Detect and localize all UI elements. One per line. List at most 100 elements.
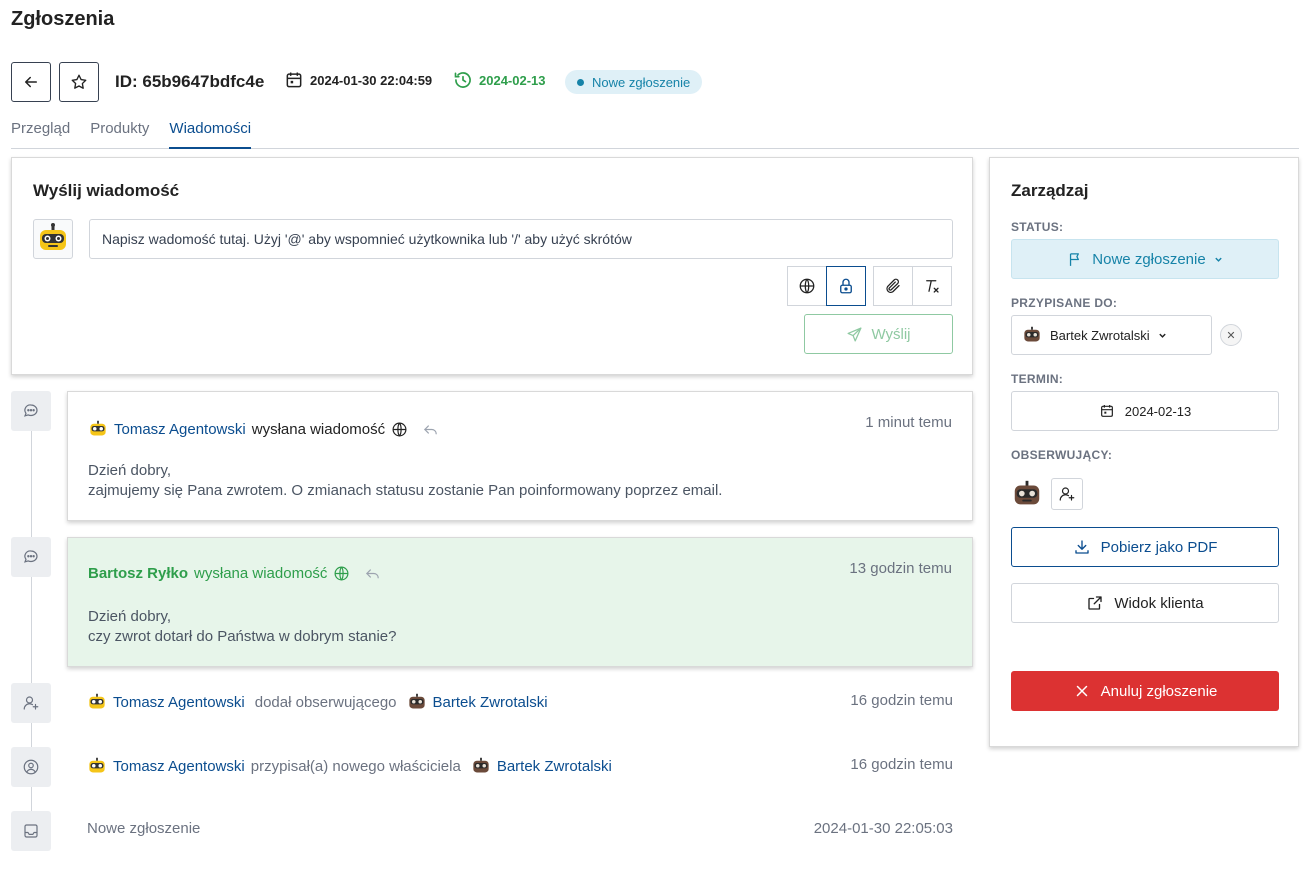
timeline-event: Tomasz Agentowski dodał obserwującego Ba…: [87, 692, 548, 712]
tab-products[interactable]: Produkty: [90, 118, 149, 149]
message-line: Dzień dobry,: [88, 462, 172, 479]
tab-messages[interactable]: Wiadomości: [169, 118, 252, 149]
globe-icon: [333, 565, 350, 582]
calendar-icon: [286, 72, 302, 88]
download-icon: [1074, 540, 1089, 554]
cancel-ticket-button[interactable]: Anuluj zgłoszenie: [1011, 671, 1279, 711]
status-value: Nowe zgłoszenie: [1092, 250, 1206, 268]
star-icon: [71, 74, 87, 89]
brown-robot-avatar-icon: [1014, 480, 1040, 505]
event-target[interactable]: Bartek Zwrotalski: [433, 694, 548, 711]
add-observer-button[interactable]: [1051, 478, 1083, 510]
client-view-button[interactable]: Widok klienta: [1011, 583, 1279, 623]
event-actor[interactable]: Tomasz Agentowski: [113, 758, 245, 775]
assignee-select[interactable]: Bartek Zwrotalski: [1011, 315, 1212, 355]
due-date-text: 2024-02-13: [479, 72, 546, 88]
inbox-icon: [24, 824, 38, 838]
calendar-icon: [1100, 405, 1113, 417]
brown-robot-avatar-icon: [473, 757, 489, 773]
assigned-label: PRZYPISANE DO:: [1011, 296, 1118, 310]
avatar: [87, 756, 107, 776]
message-line: Dzień dobry,: [88, 608, 172, 625]
visibility-toggle: [787, 266, 866, 306]
reply-icon[interactable]: [364, 565, 381, 582]
message-body: Dzień dobry, czy zwrot dotarł do Państwa…: [88, 607, 396, 647]
message-header: Tomasz Agentowski wysłana wiadomość: [88, 419, 439, 439]
avatar: [87, 692, 107, 712]
robot-avatar-icon: [89, 757, 105, 773]
chevron-down-icon: [1214, 257, 1222, 262]
cancel-ticket-label: Anuluj zgłoszenie: [1100, 682, 1218, 700]
public-toggle-button[interactable]: [787, 266, 827, 306]
chat-bubble-icon: [24, 550, 38, 563]
event-target[interactable]: Bartek Zwrotalski: [497, 758, 612, 775]
format-tools: [873, 266, 952, 306]
event-action: przypisał(a) nowego właściciela: [250, 757, 461, 775]
avatar: [471, 756, 491, 776]
event-text: Nowe zgłoszenie: [87, 820, 201, 837]
avatar: [407, 692, 427, 712]
favorite-button[interactable]: [59, 62, 99, 102]
flag-icon: [1070, 252, 1080, 266]
back-button[interactable]: [11, 62, 51, 102]
due-date: 2024-02-13: [453, 70, 546, 90]
clear-format-button[interactable]: [912, 266, 952, 306]
ticket-id: ID: 65b9647bdfc4e: [115, 72, 265, 91]
due-date-picker[interactable]: 2024-02-13: [1011, 391, 1279, 431]
compose-title: Wyślij wiadomość: [33, 181, 180, 200]
globe-icon: [391, 421, 408, 438]
event-time: 2024-01-30 22:05:03: [813, 820, 953, 837]
chat-bubble-icon: [24, 404, 38, 417]
internal-toggle-button[interactable]: [826, 266, 866, 306]
external-link-icon: [1088, 596, 1103, 610]
attach-button[interactable]: [873, 266, 913, 306]
chevron-down-icon: [1158, 333, 1166, 338]
observer-avatar[interactable]: [1011, 478, 1043, 510]
robot-avatar-icon: [40, 223, 66, 250]
arrow-left-icon: [25, 76, 37, 88]
message-time: 1 minut temu: [865, 414, 952, 431]
send-icon: [847, 326, 862, 342]
clear-assignee-button[interactable]: ✕: [1220, 324, 1242, 346]
send-button[interactable]: Wyślij: [804, 314, 953, 354]
status-badge-text: Nowe zgłoszenie: [592, 74, 691, 90]
message-header: Bartosz Ryłko wysłana wiadomość: [88, 565, 381, 582]
term-label: TERMIN:: [1011, 372, 1064, 386]
event-actor[interactable]: Tomasz Agentowski: [113, 694, 245, 711]
message-author[interactable]: Tomasz Agentowski: [114, 421, 246, 438]
compose-card: Wyślij wiadomość Wyślij: [11, 157, 973, 375]
brown-robot-avatar-icon: [408, 693, 425, 709]
clock-icon: [454, 72, 471, 88]
download-pdf-label: Pobierz jako PDF: [1100, 538, 1218, 556]
status-badge: Nowe zgłoszenie: [565, 70, 703, 94]
globe-icon: [799, 278, 815, 294]
tab-overview[interactable]: Przegląd: [11, 118, 70, 149]
manage-panel: Zarządzaj STATUS: Nowe zgłoszenie PRZYPI…: [989, 157, 1299, 747]
download-pdf-button[interactable]: Pobierz jako PDF: [1011, 527, 1279, 567]
reply-icon[interactable]: [422, 421, 439, 438]
manage-title: Zarządzaj: [1011, 181, 1089, 200]
timeline-event: Tomasz Agentowski przypisał(a) nowego wł…: [87, 756, 612, 776]
message-input[interactable]: [89, 219, 953, 259]
message-author[interactable]: Bartosz Ryłko: [88, 565, 188, 582]
user-plus-icon: [23, 696, 39, 710]
message-card: Tomasz Agentowski wysłana wiadomość 1 mi…: [67, 391, 973, 521]
message-line: zajmujemy się Pana zwrotem. O zmianach s…: [88, 482, 723, 499]
avatar: [33, 219, 73, 259]
status-dot: [577, 78, 584, 86]
user-circle-icon: [23, 759, 39, 775]
message-timeline-icon: [11, 537, 51, 577]
page-title: Zgłoszenia: [11, 8, 115, 30]
user-plus-icon: [1059, 487, 1075, 501]
close-icon: ✕: [1226, 329, 1236, 342]
message-line: czy zwrot dotarł do Państwa w dobrym sta…: [88, 628, 397, 645]
close-icon: [1076, 685, 1087, 697]
brown-robot-avatar-icon: [1024, 326, 1040, 342]
tab-bar: Przegląd Produkty Wiadomości: [11, 118, 1299, 149]
assignee-name: Bartek Zwrotalski: [1050, 327, 1150, 343]
event-time: 16 godzin temu: [850, 756, 953, 773]
due-date-value: 2024-02-13: [1124, 403, 1192, 419]
created-date: 2024-01-30 22:04:59: [284, 70, 432, 90]
status-select[interactable]: Nowe zgłoszenie: [1011, 239, 1279, 279]
client-view-label: Widok klienta: [1114, 594, 1204, 612]
